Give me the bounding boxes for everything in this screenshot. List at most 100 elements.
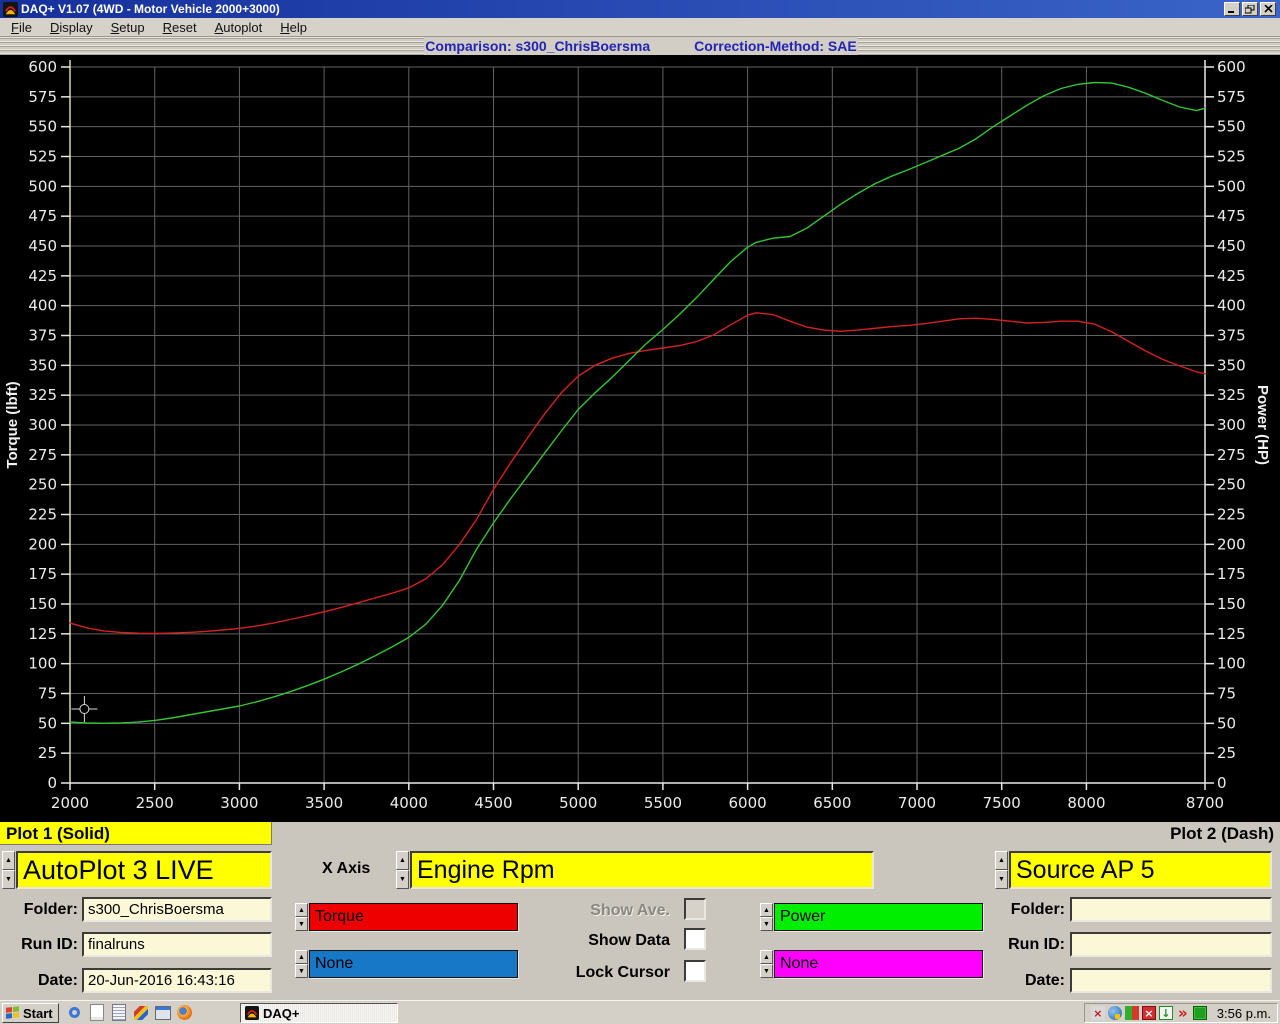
plot1-channel2-field[interactable]: None: [309, 950, 518, 978]
svg-text:5500: 5500: [644, 794, 682, 812]
plot1-source-spinner[interactable]: ▲▼: [2, 851, 15, 889]
svg-text:300: 300: [1217, 416, 1246, 434]
x-axis-spinner[interactable]: ▲▼: [396, 851, 409, 889]
plot2-source-spinner[interactable]: ▲▼: [995, 851, 1008, 889]
start-button[interactable]: Start: [2, 1003, 59, 1023]
svg-text:550: 550: [1217, 118, 1246, 136]
plot2-source-field[interactable]: Source AP 5: [1009, 851, 1272, 889]
pens-icon[interactable]: [132, 1004, 149, 1021]
menu-bar: FileDisplaySetupResetAutoplotHelp: [0, 18, 1280, 37]
daq-task-button[interactable]: DAQ+: [240, 1003, 398, 1023]
svg-text:400: 400: [28, 297, 57, 315]
internet-explorer-icon[interactable]: [66, 1004, 83, 1021]
svg-text:0: 0: [47, 774, 57, 792]
svg-text:400: 400: [1217, 297, 1246, 315]
svg-text:125: 125: [28, 625, 57, 643]
svg-text:5000: 5000: [559, 794, 597, 812]
x-axis-field[interactable]: Engine Rpm: [410, 851, 874, 889]
plot1-runid-field[interactable]: finalruns: [82, 932, 272, 957]
device-error-icon[interactable]: ×: [1091, 1006, 1105, 1020]
fast-forward-icon[interactable]: »: [1176, 1006, 1190, 1020]
svg-text:250: 250: [28, 476, 57, 494]
plot2-channel2-field[interactable]: None: [774, 950, 983, 978]
dyno-chart[interactable]: 0025255050757510010012512515015017517520…: [0, 55, 1280, 822]
menu-help[interactable]: Help: [273, 19, 314, 36]
plot1-folder-label: Folder:: [0, 901, 78, 919]
daq-window: DAQ+ V1.07 (4WD - Motor Vehicle 2000+300…: [0, 0, 1280, 1024]
show-data-checkbox[interactable]: [684, 928, 706, 950]
clock: 3:56 p.m.: [1217, 1006, 1271, 1021]
plot1-channel1-field[interactable]: Torque: [309, 903, 518, 931]
svg-text:2000: 2000: [51, 794, 89, 812]
svg-text:0: 0: [1217, 774, 1227, 792]
plot2-folder-label: Folder:: [955, 901, 1065, 919]
security-alert-icon[interactable]: ×: [1142, 1006, 1156, 1020]
lock-cursor-checkbox[interactable]: [684, 960, 706, 982]
plot2-folder-field[interactable]: [1070, 897, 1272, 922]
plot1-channel1-spinner[interactable]: ▲▼: [295, 903, 308, 931]
app-window-icon[interactable]: [154, 1004, 171, 1021]
taskbar: Start DAQ+ × × ↓ » 3:56 p.m.: [0, 1000, 1280, 1024]
plot1-channel2-spinner[interactable]: ▲▼: [295, 950, 308, 978]
menu-reset[interactable]: Reset: [156, 19, 204, 36]
plot2-channel1-field[interactable]: Power: [774, 903, 983, 931]
svg-text:200: 200: [28, 535, 57, 553]
svg-text:100: 100: [1217, 655, 1246, 673]
update-icon[interactable]: ↓: [1159, 1006, 1173, 1020]
plot1-folder-field[interactable]: s300_ChrisBoersma: [82, 897, 272, 922]
windows-logo-icon: [6, 1006, 20, 1019]
svg-text:475: 475: [28, 207, 57, 225]
globe-warning-icon[interactable]: [1108, 1006, 1122, 1020]
show-ave-label: Show Ave.: [540, 902, 670, 920]
svg-text:150: 150: [28, 595, 57, 613]
journal-icon[interactable]: [110, 1004, 127, 1021]
network-icon[interactable]: [1193, 1006, 1207, 1020]
show-data-label: Show Data: [540, 932, 670, 950]
svg-text:425: 425: [1217, 267, 1246, 285]
svg-text:4500: 4500: [474, 794, 512, 812]
app-icon: [3, 2, 18, 17]
plot2-runid-field[interactable]: [1070, 932, 1272, 957]
svg-text:500: 500: [1217, 177, 1246, 195]
svg-text:175: 175: [28, 565, 57, 583]
menu-display[interactable]: Display: [43, 19, 100, 36]
svg-text:550: 550: [28, 118, 57, 136]
menu-file[interactable]: File: [4, 19, 39, 36]
svg-text:500: 500: [28, 177, 57, 195]
start-label: Start: [23, 1006, 53, 1021]
svg-text:Torque (lbft): Torque (lbft): [4, 381, 21, 468]
svg-text:8700: 8700: [1186, 794, 1224, 812]
menu-setup[interactable]: Setup: [104, 19, 152, 36]
plot2-channel2-spinner[interactable]: ▲▼: [760, 950, 773, 978]
svg-text:2500: 2500: [136, 794, 174, 812]
plot1-source-field[interactable]: AutoPlot 3 LIVE: [16, 851, 272, 889]
svg-text:25: 25: [38, 744, 57, 762]
svg-text:225: 225: [1217, 506, 1246, 524]
svg-text:325: 325: [28, 386, 57, 404]
messenger-icon[interactable]: [1125, 1006, 1139, 1020]
plot2-channel1-spinner[interactable]: ▲▼: [760, 903, 773, 931]
svg-text:4000: 4000: [390, 794, 428, 812]
minimize-button[interactable]: [1224, 2, 1240, 16]
svg-text:200: 200: [1217, 535, 1246, 553]
menu-autoplot[interactable]: Autoplot: [208, 19, 270, 36]
svg-text:3000: 3000: [220, 794, 258, 812]
svg-text:450: 450: [1217, 237, 1246, 255]
svg-text:250: 250: [1217, 476, 1246, 494]
firefox-icon[interactable]: [176, 1004, 193, 1021]
system-tray: × × ↓ » 3:56 p.m.: [1084, 1003, 1278, 1023]
lock-cursor-label: Lock Cursor: [540, 964, 670, 982]
svg-text:225: 225: [28, 506, 57, 524]
svg-text:150: 150: [1217, 595, 1246, 613]
mail-document-icon[interactable]: [88, 1004, 105, 1021]
plot2-runid-label: Run ID:: [955, 936, 1065, 954]
plot2-date-field[interactable]: [1070, 968, 1272, 993]
svg-text:50: 50: [38, 714, 57, 732]
svg-text:75: 75: [1217, 685, 1236, 703]
correction-method-label: Correction-Method: SAE: [694, 38, 857, 54]
restore-button[interactable]: [1242, 2, 1258, 16]
svg-text:8000: 8000: [1067, 794, 1105, 812]
svg-text:350: 350: [28, 356, 57, 374]
plot1-date-field[interactable]: 20-Jun-2016 16:43:16: [82, 968, 272, 993]
close-button[interactable]: [1260, 2, 1276, 16]
